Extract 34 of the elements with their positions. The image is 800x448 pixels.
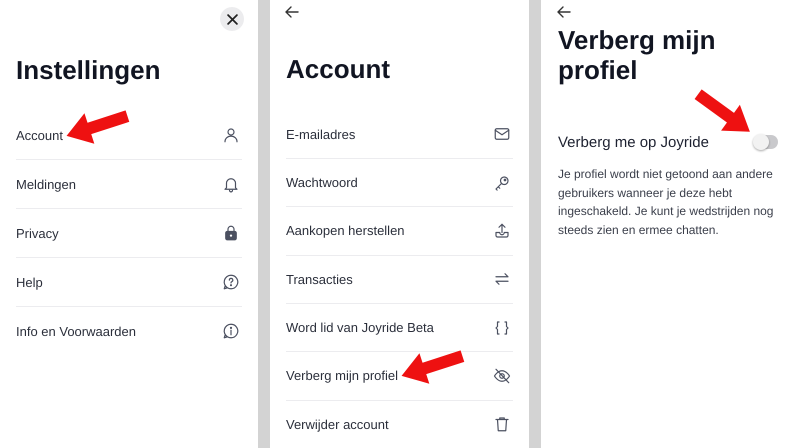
trash-icon	[493, 415, 511, 434]
key-icon	[493, 174, 511, 192]
bell-icon	[222, 175, 240, 193]
menu-item[interactable]: Help	[16, 258, 242, 307]
back-button[interactable]	[284, 4, 300, 20]
help-icon	[222, 273, 240, 291]
toggle-label: Verberg me op Joyride	[558, 134, 709, 150]
menu-item[interactable]: E-mailadres	[286, 110, 513, 159]
menu-item[interactable]: Verberg mijn profiel	[286, 352, 513, 401]
menu-item[interactable]: Verwijder account	[286, 400, 513, 448]
braces-icon	[493, 318, 511, 337]
menu-item[interactable]: Transacties	[286, 256, 513, 304]
toggle-switch[interactable]	[754, 135, 778, 149]
menu-item[interactable]: Meldingen	[16, 160, 242, 209]
page-title: Instellingen	[16, 55, 162, 85]
page-title: Account	[286, 54, 391, 84]
menu-item[interactable]: Word lid van Joyride Beta	[286, 304, 513, 352]
menu-item[interactable]: Aankopen herstellen	[286, 207, 513, 256]
close-icon	[226, 14, 238, 24]
menu-item[interactable]: Info en Voorwaarden	[16, 307, 242, 355]
back-arrow-icon	[556, 4, 572, 20]
close-button[interactable]	[220, 7, 244, 31]
info-icon	[222, 322, 240, 340]
eye-slash-icon	[493, 366, 511, 385]
menu-item[interactable]: Account	[16, 111, 242, 160]
back-button[interactable]	[556, 4, 572, 20]
description-text: Je profiel wordt niet getoond aan andere gebruikers wanneer je deze hebt ingeschakeld. Je kunt je wedstrijden nog steeds zien en ermee chatten.	[558, 166, 774, 238]
back-arrow-icon	[284, 4, 300, 20]
menu-item[interactable]: Privacy	[16, 209, 242, 258]
person-icon	[222, 126, 240, 144]
menu-item[interactable]: Wachtwoord	[286, 158, 513, 208]
upload-icon	[493, 222, 511, 240]
lock-icon	[222, 224, 240, 242]
page-title: Verberg mijn profiel	[558, 25, 716, 85]
